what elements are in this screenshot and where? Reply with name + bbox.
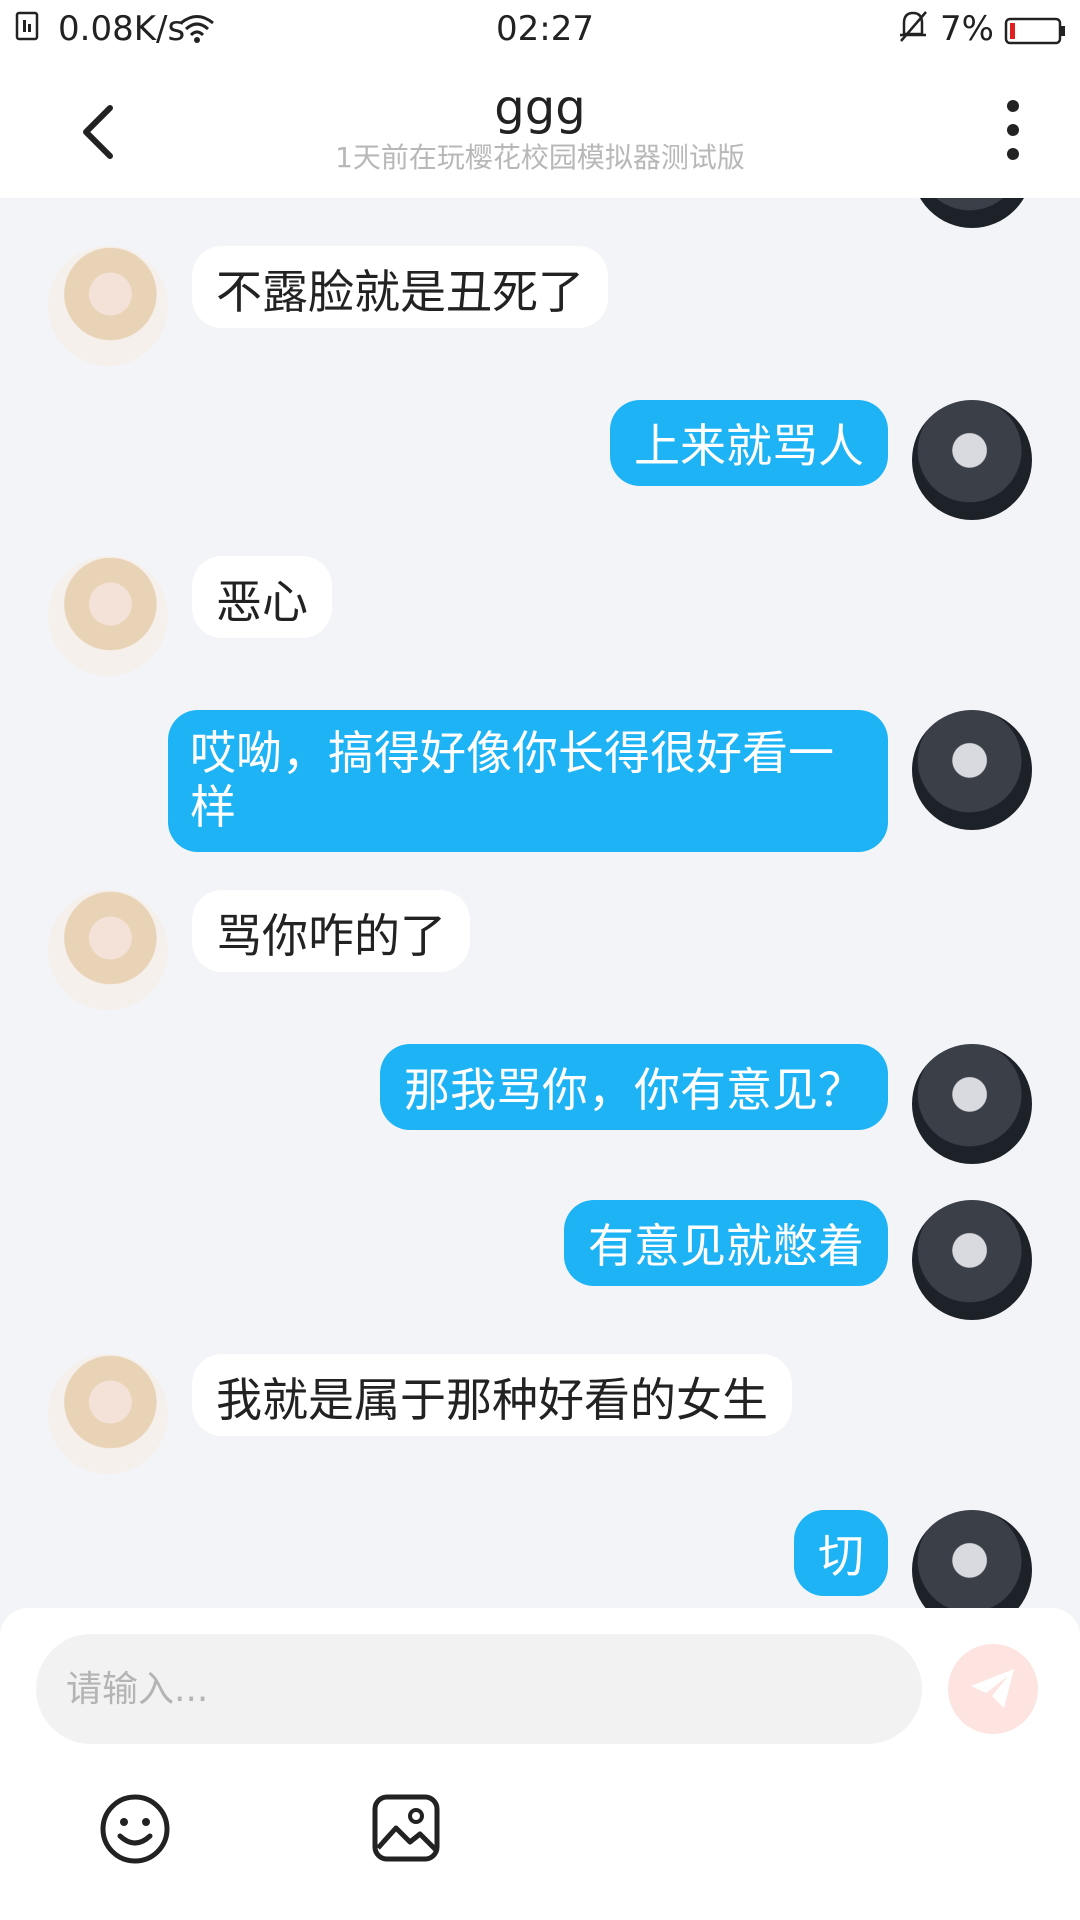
- message-input[interactable]: [36, 1634, 922, 1744]
- avatar-self[interactable]: [912, 710, 1032, 830]
- emoji-button[interactable]: [98, 1792, 172, 1866]
- send-plane-icon: [971, 1669, 1014, 1708]
- status-bar: 0.08K/s 02:27 7%: [0, 0, 1080, 58]
- message-bubble-incoming[interactable]: 骂你咋的了: [192, 890, 470, 972]
- sim-icon: [14, 10, 42, 56]
- more-options-button[interactable]: [990, 94, 1036, 166]
- contact-name: ggg: [494, 80, 586, 136]
- message-bubble-incoming[interactable]: 我就是属于那种好看的女生: [192, 1354, 792, 1436]
- avatar-self[interactable]: [912, 198, 1032, 228]
- avatar-contact[interactable]: [48, 246, 168, 366]
- input-panel: [0, 1608, 1080, 1920]
- message-bubble-incoming[interactable]: 恶心: [192, 556, 332, 638]
- clock: 02:27: [496, 9, 594, 49]
- battery-percent: 7%: [940, 9, 994, 49]
- avatar-contact[interactable]: [48, 890, 168, 1010]
- image-button[interactable]: [370, 1792, 442, 1864]
- message-bubble-outgoing[interactable]: 那我骂你，你有意见？: [380, 1044, 888, 1130]
- send-button[interactable]: [948, 1644, 1038, 1734]
- image-icon: [372, 1794, 440, 1862]
- avatar-self[interactable]: [912, 1510, 1032, 1608]
- emoji-icon: [100, 1794, 170, 1864]
- message-bubble-outgoing[interactable]: 切: [794, 1510, 888, 1596]
- message-bubble-outgoing[interactable]: 哎呦，搞得好像你长得很好看一样: [168, 710, 888, 852]
- contact-status: 1天前在玩樱花校园模拟器测试版: [335, 141, 745, 174]
- message-bubble-outgoing[interactable]: 有意见就憋着: [564, 1200, 888, 1286]
- avatar-contact[interactable]: [48, 1354, 168, 1474]
- wifi-icon: [178, 10, 216, 56]
- bell-muted-icon: [896, 8, 930, 56]
- network-speed: 0.08K/s: [58, 9, 186, 49]
- avatar-self[interactable]: [912, 1200, 1032, 1320]
- more-vertical-icon: [1007, 100, 1019, 160]
- avatar-self[interactable]: [912, 1044, 1032, 1164]
- chat-header: ggg 1天前在玩樱花校园模拟器测试版: [0, 58, 1080, 198]
- avatar-self[interactable]: [912, 400, 1032, 520]
- battery-icon: [1004, 12, 1066, 58]
- message-bubble-outgoing[interactable]: 上来就骂人: [610, 400, 888, 486]
- chat-message-list[interactable]: 不露脸就是丑死了 上来就骂人 恶心 哎呦，搞得好像你长得很好看一样 骂你咋的了 …: [0, 198, 1080, 1608]
- message-bubble-incoming[interactable]: 不露脸就是丑死了: [192, 246, 608, 328]
- avatar-contact[interactable]: [48, 556, 168, 676]
